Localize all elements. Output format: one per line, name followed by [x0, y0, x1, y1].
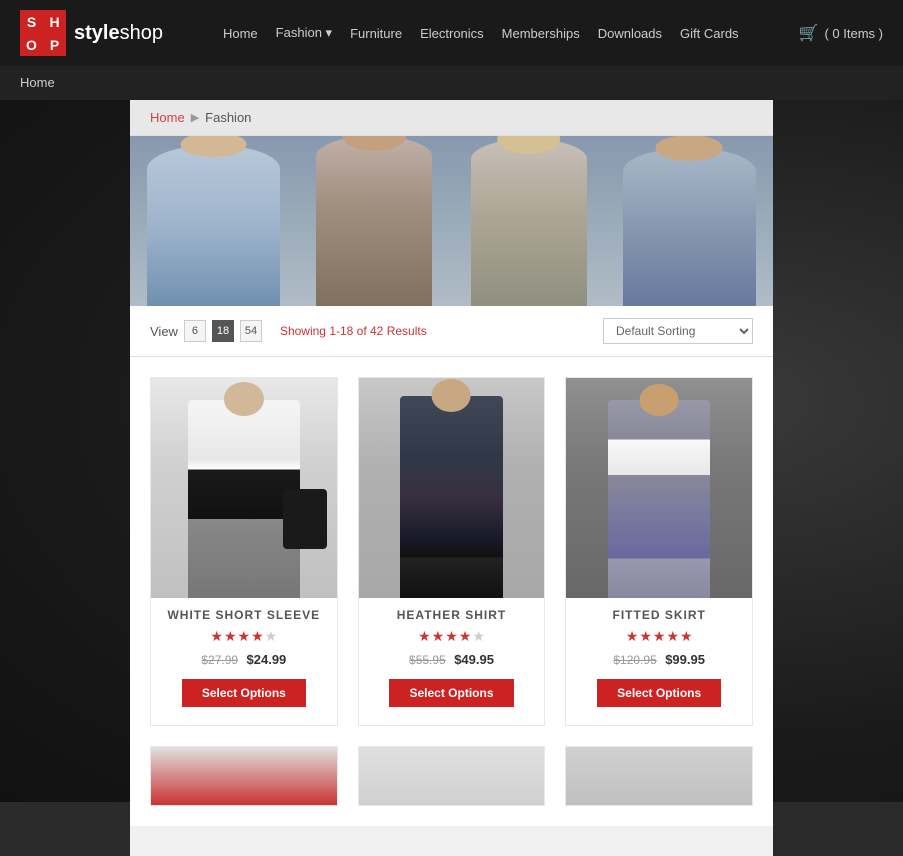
- product-image-2: [359, 378, 545, 598]
- star-3: ★: [238, 628, 251, 645]
- product-image-1: [151, 378, 337, 598]
- product-info-3: FITTED SKIRT ★ ★ ★ ★ ★ $120.95 $99.95 Se…: [566, 598, 752, 725]
- partial-card-3: [565, 746, 753, 806]
- product-name-3: FITTED SKIRT: [576, 608, 742, 622]
- view-label: View: [150, 324, 178, 339]
- main-content: Home ▶ Fashion: [130, 100, 773, 856]
- breadcrumb: Home ▶ Fashion: [130, 100, 773, 136]
- star-2-4: ★: [459, 628, 472, 645]
- product-figure-3: [566, 378, 752, 598]
- product-stars-3: ★ ★ ★ ★ ★: [576, 628, 742, 645]
- product-card: WHITE SHORT SLEEVE ★ ★ ★ ★ ★ $27.99 $24.…: [150, 377, 338, 726]
- price-original-2: $55.95: [409, 653, 446, 667]
- price-sale-2: $49.95: [454, 652, 494, 667]
- product-card-3: FITTED SKIRT ★ ★ ★ ★ ★ $120.95 $99.95 Se…: [565, 377, 753, 726]
- nav-memberships[interactable]: Memberships: [502, 26, 580, 41]
- select-options-btn-3[interactable]: Select Options: [597, 679, 721, 707]
- nav-gift-cards[interactable]: Gift Cards: [680, 26, 739, 41]
- product-image-3: [566, 378, 752, 598]
- nav-electronics[interactable]: Electronics: [420, 26, 484, 41]
- star-3-2: ★: [639, 628, 652, 645]
- star-1: ★: [210, 628, 223, 645]
- cart-icon: 🛒: [799, 23, 819, 43]
- toolbar: View 6 18 54 Showing 1-18 of 42 Results …: [130, 306, 773, 357]
- select-options-btn-2[interactable]: Select Options: [389, 679, 513, 707]
- header: S H O P styleshop Home Fashion ▾ Furnitu…: [0, 0, 903, 66]
- logo-letter-p: P: [43, 33, 66, 56]
- products-grid: WHITE SHORT SLEEVE ★ ★ ★ ★ ★ $27.99 $24.…: [130, 357, 773, 746]
- prices-2: $55.95 $49.95: [369, 651, 535, 669]
- nav-downloads[interactable]: Downloads: [598, 26, 662, 41]
- results-text: Showing 1-18 of 42 Results: [280, 324, 427, 338]
- product-info-1: WHITE SHORT SLEEVE ★ ★ ★ ★ ★ $27.99 $24.…: [151, 598, 337, 725]
- partial-img-1: [151, 747, 337, 805]
- star-2-2: ★: [432, 628, 445, 645]
- partial-img-3: [566, 747, 752, 805]
- star-3-5: ★: [680, 628, 693, 645]
- product-stars-2: ★ ★ ★ ★ ★: [369, 628, 535, 645]
- products-grid-partial: [130, 746, 773, 826]
- product-name-2: HEATHER SHIRT: [369, 608, 535, 622]
- nav-home[interactable]: Home: [223, 26, 258, 41]
- price-original-3: $120.95: [613, 653, 656, 667]
- nav-fashion[interactable]: Fashion ▾: [276, 25, 332, 41]
- product-figure-1: [151, 378, 337, 598]
- star-2: ★: [224, 628, 237, 645]
- product-card-2: HEATHER SHIRT ★ ★ ★ ★ ★ $55.95 $49.95 Se…: [358, 377, 546, 726]
- breadcrumb-current: Fashion: [205, 110, 251, 125]
- star-5-empty: ★: [265, 628, 278, 645]
- cart-count: ( 0 Items ): [824, 26, 883, 41]
- main-nav: Home Fashion ▾ Furniture Electronics Mem…: [223, 25, 739, 41]
- product-stars-1: ★ ★ ★ ★ ★: [161, 628, 327, 645]
- star-3-1: ★: [626, 628, 639, 645]
- star-3-3: ★: [653, 628, 666, 645]
- star-2-1: ★: [418, 628, 431, 645]
- star-3-4: ★: [666, 628, 679, 645]
- logo-bold: style: [74, 22, 120, 44]
- view-btn-18[interactable]: 18: [212, 320, 234, 342]
- logo-light: shop: [120, 22, 163, 44]
- price-sale-3: $99.95: [665, 652, 705, 667]
- product-info-2: HEATHER SHIRT ★ ★ ★ ★ ★ $55.95 $49.95 Se…: [359, 598, 545, 725]
- star-4: ★: [251, 628, 264, 645]
- partial-card-2: [358, 746, 546, 806]
- page-title-bar: Home: [0, 66, 903, 100]
- logo-letter-h: H: [43, 10, 66, 33]
- page-title: Home: [20, 75, 55, 90]
- product-name-1: WHITE SHORT SLEEVE: [161, 608, 327, 622]
- sort-select[interactable]: Default Sorting: [603, 318, 753, 344]
- breadcrumb-sep: ▶: [191, 111, 199, 124]
- breadcrumb-home[interactable]: Home: [150, 110, 185, 125]
- banner: [130, 136, 773, 306]
- page-wrapper: S H O P styleshop Home Fashion ▾ Furnitu…: [0, 0, 903, 856]
- cart-area[interactable]: 🛒 ( 0 Items ): [799, 23, 883, 43]
- select-options-btn-1[interactable]: Select Options: [182, 679, 306, 707]
- logo-area: S H O P styleshop: [20, 10, 163, 56]
- product-figure-2: [359, 378, 545, 598]
- logo-text: styleshop: [74, 22, 163, 45]
- star-2-3: ★: [445, 628, 458, 645]
- nav-furniture[interactable]: Furniture: [350, 26, 402, 41]
- logo-box: S H O P: [20, 10, 66, 56]
- prices-3: $120.95 $99.95: [576, 651, 742, 669]
- partial-img-2: [359, 747, 545, 805]
- view-btn-54[interactable]: 54: [240, 320, 262, 342]
- prices-1: $27.99 $24.99: [161, 651, 327, 669]
- star-2-5-empty: ★: [472, 628, 485, 645]
- price-sale-1: $24.99: [247, 652, 287, 667]
- logo-letter-s: S: [20, 10, 43, 33]
- partial-card-1: [150, 746, 338, 806]
- view-btn-6[interactable]: 6: [184, 320, 206, 342]
- price-original-1: $27.99: [201, 653, 238, 667]
- logo-letter-o: O: [20, 33, 43, 56]
